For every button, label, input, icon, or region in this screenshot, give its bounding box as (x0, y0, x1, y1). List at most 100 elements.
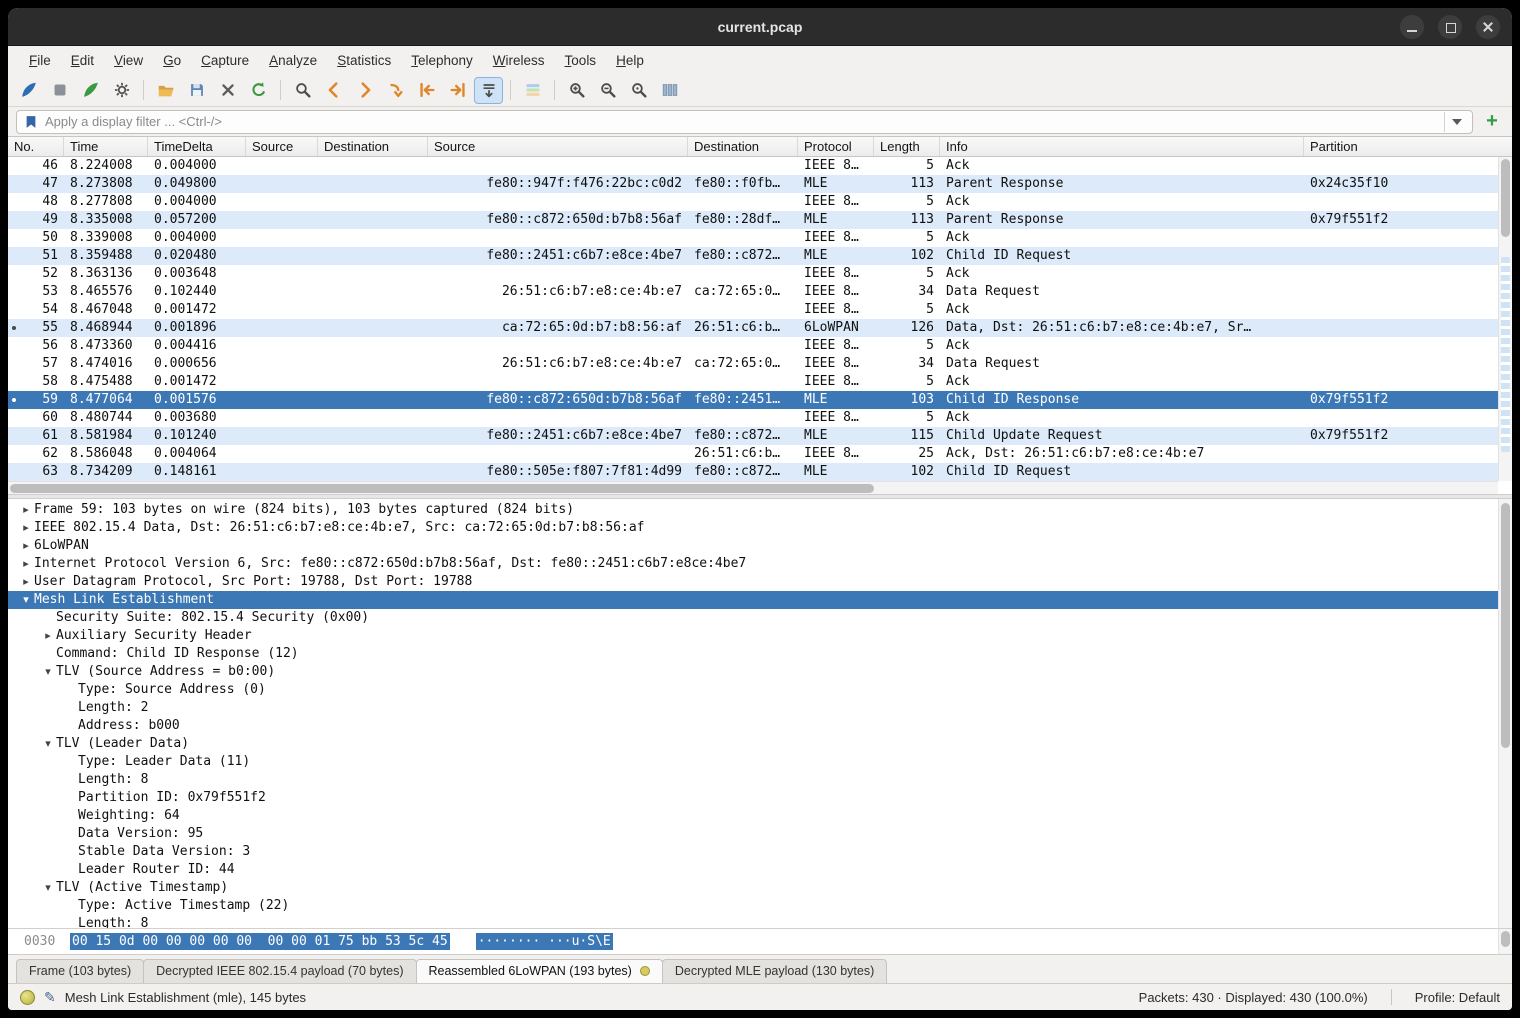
detail-line[interactable]: Leader Router ID: 44 (8, 861, 1498, 879)
detail-line[interactable]: ▾Mesh Link Establishment (8, 591, 1498, 609)
display-filter-wrap[interactable] (16, 110, 1473, 134)
close-button[interactable] (1476, 15, 1500, 39)
capture-comment-icon[interactable]: ✎ (44, 989, 56, 1006)
detail-line[interactable]: Address: b000 (8, 717, 1498, 735)
detail-line[interactable]: ▾TLV (Active Timestamp) (8, 879, 1498, 897)
menu-go[interactable]: Go (154, 50, 190, 71)
filter-bookmark-icon[interactable] (23, 114, 39, 130)
detail-line[interactable]: ▸IEEE 802.15.4 Data, Dst: 26:51:c6:b7:e8… (8, 519, 1498, 537)
menu-statistics[interactable]: Statistics (328, 50, 400, 71)
packet-row[interactable]: 608.4807440.003680IEEE 8…5Ack (8, 409, 1498, 427)
detail-line[interactable]: Length: 2 (8, 699, 1498, 717)
expand-icon[interactable]: ▸ (18, 501, 34, 519)
column-header-timedelta[interactable]: TimeDelta (148, 137, 246, 156)
detail-line[interactable]: ▾TLV (Leader Data) (8, 735, 1498, 753)
go-back-icon[interactable] (319, 77, 348, 104)
bytes-vertical-scrollbar[interactable] (1498, 929, 1512, 954)
packet-row[interactable]: 498.3350080.057200fe80::c872:650d:b7b8:5… (8, 211, 1498, 229)
zoom-in-icon[interactable] (562, 77, 591, 104)
detail-line[interactable]: Command: Child ID Response (12) (8, 645, 1498, 663)
detail-line[interactable]: ▸Internet Protocol Version 6, Src: fe80:… (8, 555, 1498, 573)
packet-row[interactable]: 638.7342090.148161fe80::505e:f807:7f81:4… (8, 463, 1498, 481)
expand-icon[interactable]: ▸ (40, 627, 56, 645)
filter-dropdown-icon[interactable] (1444, 112, 1468, 132)
column-header-source2[interactable]: Source (428, 137, 688, 156)
find-packet-icon[interactable] (288, 77, 317, 104)
packet-row[interactable]: 528.3631360.003648IEEE 8…5Ack (8, 265, 1498, 283)
expand-icon[interactable]: ▸ (18, 537, 34, 555)
expand-icon[interactable]: ▸ (18, 555, 34, 573)
detail-line[interactable]: Weighting: 64 (8, 807, 1498, 825)
detail-line[interactable]: Length: 8 (8, 915, 1498, 928)
packet-row[interactable]: 598.4770640.001576fe80::c872:650d:b7b8:5… (8, 391, 1498, 409)
hex-ascii-selected[interactable]: ········ ···u·S\E (476, 933, 613, 950)
colorize-packets-icon[interactable] (518, 77, 547, 104)
go-first-icon[interactable] (412, 77, 441, 104)
detail-line[interactable]: Security Suite: 802.15.4 Security (0x00) (8, 609, 1498, 627)
stop-capture-icon[interactable] (45, 77, 74, 104)
menu-analyze[interactable]: Analyze (260, 50, 326, 71)
column-header-destination1[interactable]: Destination (318, 137, 428, 156)
menu-view[interactable]: View (105, 50, 152, 71)
packet-row[interactable]: 618.5819840.101240fe80::2451:c6b7:e8ce:4… (8, 427, 1498, 445)
menu-telephony[interactable]: Telephony (402, 50, 482, 71)
capture-options-icon[interactable] (107, 77, 136, 104)
packet-list-horizontal-scrollbar[interactable] (8, 481, 1498, 494)
detail-line[interactable]: Length: 8 (8, 771, 1498, 789)
details-vertical-scrollbar[interactable] (1498, 499, 1512, 928)
packet-list-vertical-scrollbar[interactable] (1498, 157, 1512, 481)
packet-row[interactable]: 478.2738080.049800fe80::947f:f476:22bc:c… (8, 175, 1498, 193)
detail-line[interactable]: ▸6LoWPAN (8, 537, 1498, 555)
column-header-time[interactable]: Time (64, 137, 148, 156)
go-last-icon[interactable] (443, 77, 472, 104)
minimize-button[interactable] (1400, 15, 1424, 39)
resize-columns-icon[interactable] (655, 77, 684, 104)
open-file-icon[interactable] (151, 77, 180, 104)
scrollbar-thumb[interactable] (1501, 931, 1510, 947)
detail-line[interactable]: ▸Frame 59: 103 bytes on wire (824 bits),… (8, 501, 1498, 519)
menu-edit[interactable]: Edit (62, 50, 103, 71)
collapse-icon[interactable]: ▾ (40, 879, 56, 897)
packet-row[interactable]: 568.4733600.004416IEEE 8…5Ack (8, 337, 1498, 355)
status-profile[interactable]: Profile: Default (1415, 990, 1500, 1005)
auto-scroll-icon[interactable] (474, 77, 503, 104)
menu-file[interactable]: File (20, 50, 60, 71)
collapse-icon[interactable]: ▾ (40, 735, 56, 753)
reload-file-icon[interactable] (244, 77, 273, 104)
packet-row[interactable]: 628.5860480.00406426:51:c6:b…IEEE 8…25Ac… (8, 445, 1498, 463)
detail-line[interactable]: Type: Leader Data (11) (8, 753, 1498, 771)
expand-icon[interactable]: ▸ (18, 519, 34, 537)
detail-line[interactable]: Partition ID: 0x79f551f2 (8, 789, 1498, 807)
titlebar[interactable]: current.pcap (8, 8, 1512, 46)
menu-help[interactable]: Help (607, 50, 653, 71)
packet-row[interactable]: 508.3390080.004000IEEE 8…5Ack (8, 229, 1498, 247)
column-header-length[interactable]: Length (874, 137, 940, 156)
expand-icon[interactable]: ▸ (18, 573, 34, 591)
byte-view-tab[interactable]: Decrypted IEEE 802.15.4 payload (70 byte… (143, 959, 416, 983)
save-file-icon[interactable] (182, 77, 211, 104)
column-header-info[interactable]: Info (940, 137, 1304, 156)
hex-bytes-selected[interactable]: 00 15 0d 00 00 00 00 00 00 00 01 75 bb 5… (70, 933, 450, 950)
start-capture-icon[interactable] (14, 77, 43, 104)
go-forward-icon[interactable] (350, 77, 379, 104)
maximize-button[interactable] (1438, 15, 1462, 39)
column-header-protocol[interactable]: Protocol (798, 137, 874, 156)
column-header-destination2[interactable]: Destination (688, 137, 798, 156)
zoom-out-icon[interactable] (593, 77, 622, 104)
detail-line[interactable]: ▾TLV (Source Address = b0:00) (8, 663, 1498, 681)
detail-line[interactable]: Type: Source Address (0) (8, 681, 1498, 699)
restart-capture-icon[interactable] (76, 77, 105, 104)
detail-line[interactable]: Data Version: 95 (8, 825, 1498, 843)
zoom-reset-icon[interactable] (624, 77, 653, 104)
scrollbar-thumb[interactable] (1501, 159, 1510, 237)
packet-row[interactable]: 578.4740160.00065626:51:c6:b7:e8:ce:4b:e… (8, 355, 1498, 373)
detail-line[interactable]: Stable Data Version: 3 (8, 843, 1498, 861)
detail-line[interactable]: ▸User Datagram Protocol, Src Port: 19788… (8, 573, 1498, 591)
collapse-icon[interactable]: ▾ (40, 663, 56, 681)
scrollbar-thumb[interactable] (10, 484, 874, 493)
close-file-icon[interactable] (213, 77, 242, 104)
menu-wireless[interactable]: Wireless (484, 50, 554, 71)
add-filter-button-icon[interactable]: + (1480, 110, 1504, 134)
column-header-no[interactable]: No. (8, 137, 64, 156)
scrollbar-thumb[interactable] (1501, 503, 1510, 748)
